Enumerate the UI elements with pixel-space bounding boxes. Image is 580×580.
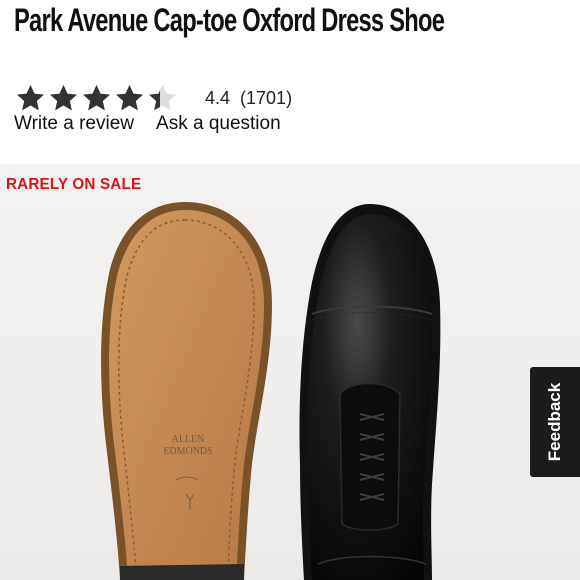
star-icon [17,84,44,111]
feedback-button[interactable]: Feedback [530,367,580,477]
star-icon [50,84,77,111]
star-half-icon [149,84,176,111]
feedback-label: Feedback [545,382,564,462]
rating-values: 4.4 (1701) [205,88,292,109]
write-review-link[interactable]: Write a review [14,113,134,135]
star-rating [14,83,179,113]
review-links: Write a review Ask a question [14,113,281,135]
shoe-photo: ALLEN EDMONDS [101,202,441,580]
shoe-upper [299,204,441,580]
sole-stamp-brand: ALLEN [172,434,205,445]
rating-value: 4.4 [205,87,231,108]
sole-stamp-brand-2: EDMONDS [163,446,212,457]
sale-badge: RARELY ON SALE [6,176,142,193]
rating-summary[interactable]: 4.4 (1701) [14,82,292,114]
product-image[interactable]: ALLEN EDMONDS RARELY ON SALE [0,164,580,580]
star-icon [83,84,110,111]
product-page: Park Avenue Cap-toe Oxford Dress Shoe 4.… [0,0,580,580]
star-icon [116,84,143,111]
product-title: Park Avenue Cap-toe Oxford Dress Shoe [14,2,445,38]
ask-question-link[interactable]: Ask a question [156,113,281,135]
rating-count: (1701) [240,87,293,108]
shoe-sole: ALLEN EDMONDS [101,202,272,580]
